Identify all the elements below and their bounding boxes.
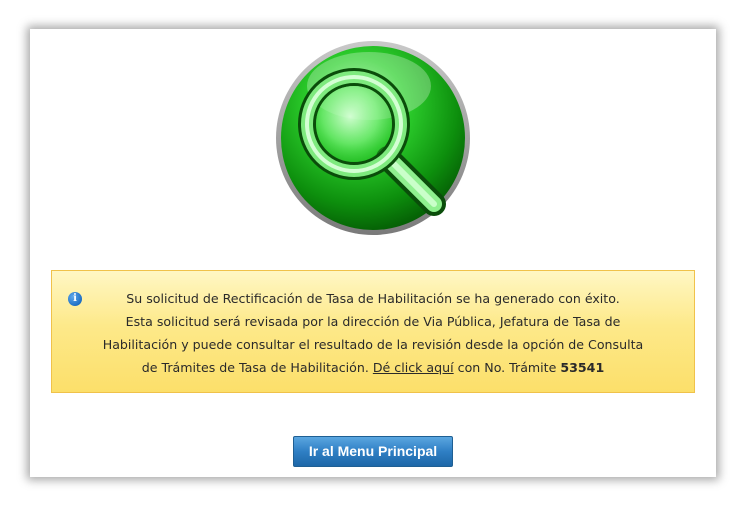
- message-line-3: Habilitación y puede consultar el result…: [102, 337, 644, 352]
- magnifying-glass-icon: [276, 41, 470, 235]
- confirmation-panel: i Su solicitud de Rectificación de Tasa …: [30, 29, 716, 477]
- message-line-4: de Trámites de Tasa de Habilitación. Dé …: [60, 356, 686, 379]
- message-line-2: Esta solicitud será revisada por la dire…: [125, 314, 621, 329]
- message-line-4-prefix: de Trámites de Tasa de Habilitación.: [141, 360, 369, 375]
- info-icon: i: [68, 292, 82, 306]
- message-line-1: Su solicitud de Rectificación de Tasa de…: [126, 291, 620, 306]
- message-line-4-middle: con No. Trámite: [457, 360, 557, 375]
- main-menu-button[interactable]: Ir al Menu Principal: [293, 436, 453, 467]
- tramite-number: 53541: [560, 360, 605, 375]
- click-here-link[interactable]: Dé click aquí: [373, 360, 454, 375]
- success-message: i Su solicitud de Rectificación de Tasa …: [51, 270, 695, 393]
